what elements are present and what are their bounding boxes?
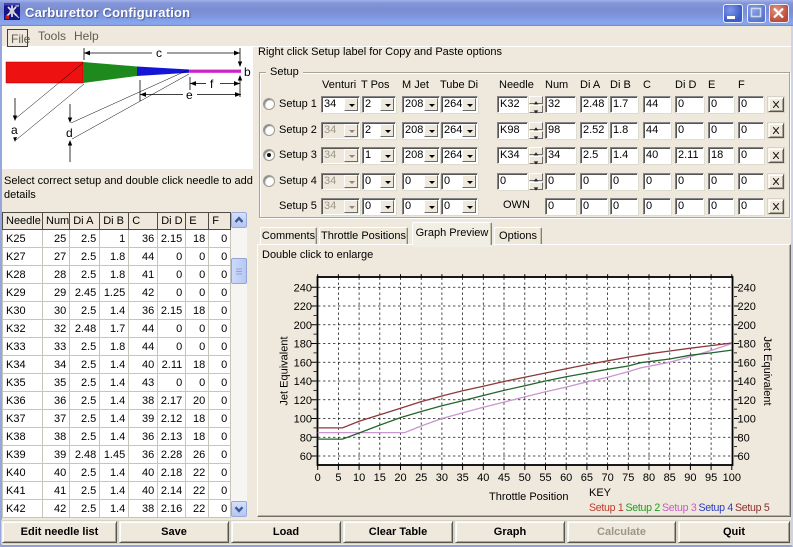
svg-text:200: 200 — [738, 320, 756, 332]
svg-text:55: 55 — [539, 472, 551, 484]
svg-text:240: 240 — [738, 282, 756, 294]
svg-text:160: 160 — [738, 357, 756, 369]
svg-text:80: 80 — [738, 432, 750, 444]
svg-text:100: 100 — [294, 414, 312, 426]
svg-text:220: 220 — [294, 301, 312, 313]
svg-text:Setup 2: Setup 2 — [626, 502, 661, 514]
svg-text:35: 35 — [456, 472, 468, 484]
svg-text:140: 140 — [738, 376, 756, 388]
svg-text:30: 30 — [436, 472, 448, 484]
svg-text:0: 0 — [315, 472, 321, 484]
svg-text:45: 45 — [498, 472, 510, 484]
svg-text:20: 20 — [394, 472, 406, 484]
svg-text:80: 80 — [300, 432, 312, 444]
svg-text:f: f — [210, 77, 214, 91]
svg-text:200: 200 — [294, 320, 312, 332]
svg-text:e: e — [186, 88, 193, 102]
svg-text:95: 95 — [705, 472, 717, 484]
svg-text:50: 50 — [519, 472, 531, 484]
svg-text:70: 70 — [601, 472, 613, 484]
svg-text:90: 90 — [684, 472, 696, 484]
svg-text:140: 140 — [294, 376, 312, 388]
svg-text:5: 5 — [335, 472, 341, 484]
svg-text:c: c — [156, 47, 162, 60]
svg-text:220: 220 — [738, 301, 756, 313]
svg-text:120: 120 — [294, 395, 312, 407]
svg-text:a: a — [11, 123, 18, 137]
svg-text:60: 60 — [560, 472, 572, 484]
svg-text:40: 40 — [477, 472, 489, 484]
svg-text:65: 65 — [581, 472, 593, 484]
svg-text:85: 85 — [664, 472, 676, 484]
svg-text:10: 10 — [353, 472, 365, 484]
svg-text:160: 160 — [294, 357, 312, 369]
svg-text:b: b — [244, 65, 251, 79]
svg-text:100: 100 — [738, 414, 756, 426]
svg-text:Jet Equivalent: Jet Equivalent — [279, 336, 291, 405]
svg-text:15: 15 — [374, 472, 386, 484]
svg-text:180: 180 — [294, 339, 312, 351]
svg-text:120: 120 — [738, 395, 756, 407]
svg-text:KEY: KEY — [589, 487, 612, 499]
svg-text:d: d — [66, 126, 73, 140]
svg-text:Jet Equivalent: Jet Equivalent — [761, 336, 773, 405]
svg-text:Throttle Position: Throttle Position — [489, 491, 568, 503]
svg-text:60: 60 — [738, 451, 750, 463]
svg-text:100: 100 — [723, 472, 741, 484]
svg-text:Setup 4: Setup 4 — [699, 502, 734, 514]
svg-text:240: 240 — [294, 282, 312, 294]
svg-text:Setup 1: Setup 1 — [589, 502, 624, 514]
svg-text:80: 80 — [643, 472, 655, 484]
svg-text:180: 180 — [738, 339, 756, 351]
svg-text:60: 60 — [300, 451, 312, 463]
svg-text:Setup 5: Setup 5 — [735, 502, 770, 514]
svg-text:75: 75 — [622, 472, 634, 484]
svg-text:Setup 3: Setup 3 — [662, 502, 697, 514]
svg-text:25: 25 — [415, 472, 427, 484]
